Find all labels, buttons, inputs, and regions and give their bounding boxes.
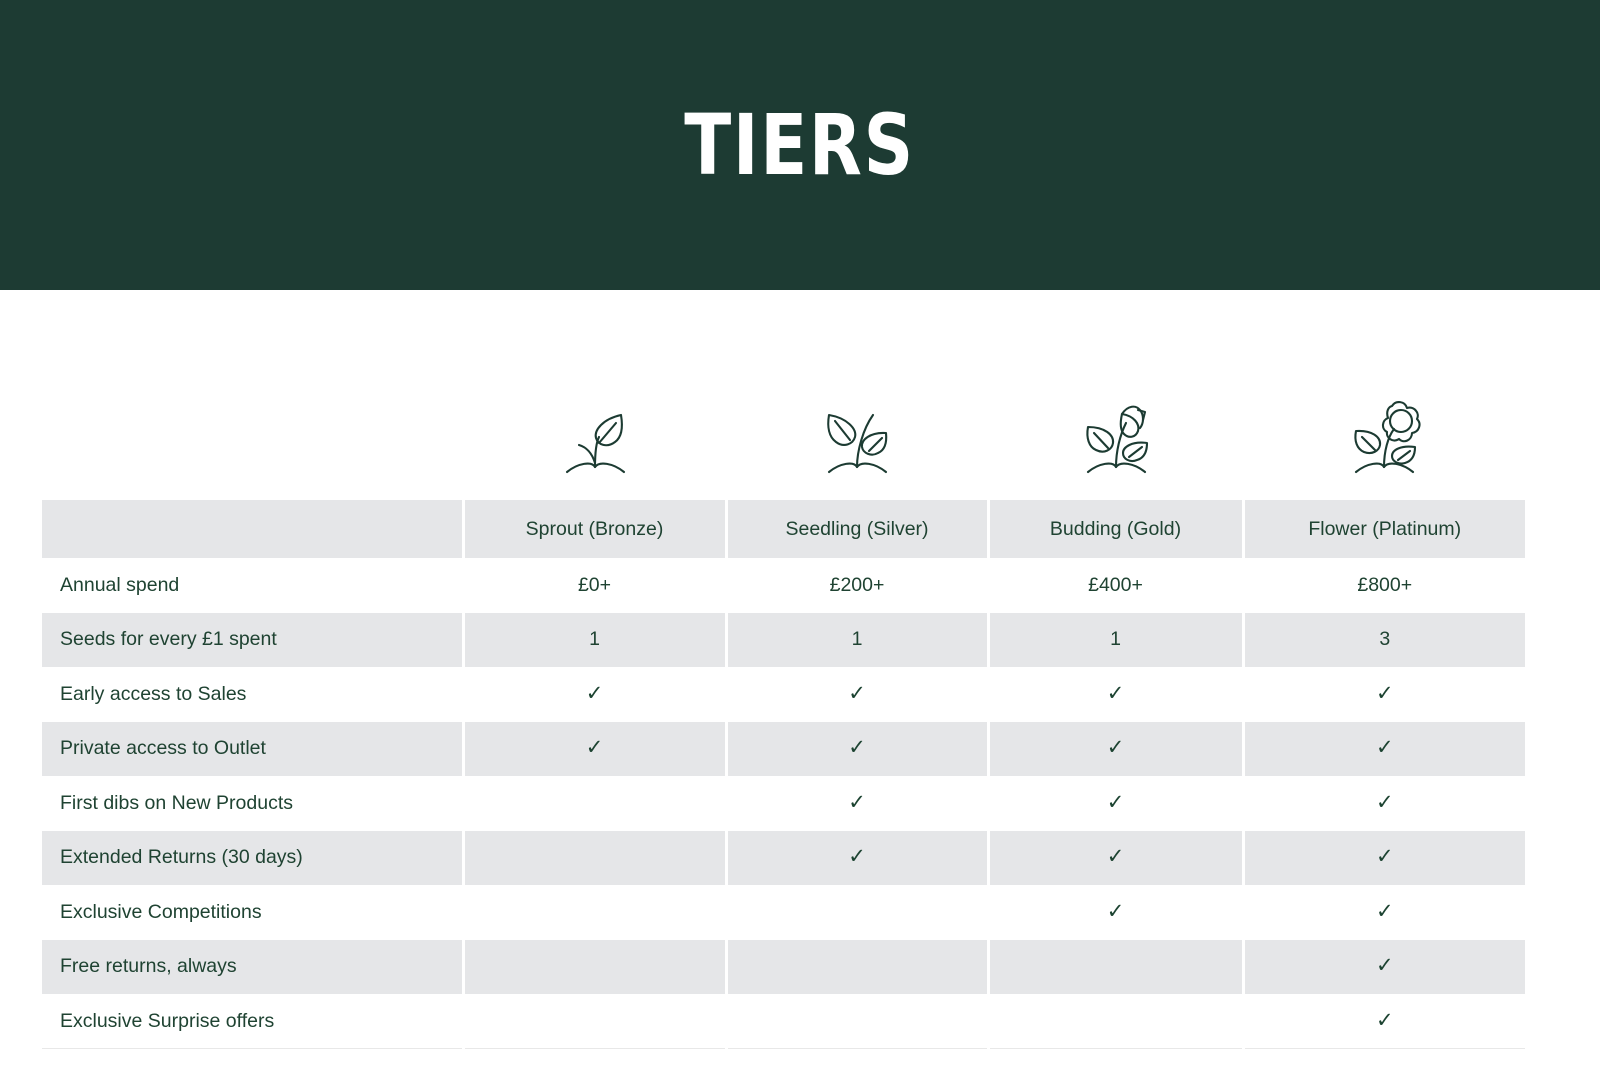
cell-sprout: 1 xyxy=(461,612,726,667)
cell-budding: £400+ xyxy=(986,558,1243,613)
row-label: First dibs on New Products xyxy=(42,776,463,831)
cell-sprout xyxy=(461,776,726,831)
check-icon: ✓ xyxy=(1106,736,1125,760)
sprout-single-leaf-icon xyxy=(553,393,637,477)
check-icon: ✓ xyxy=(1106,790,1125,814)
check-icon: ✓ xyxy=(1375,790,1394,814)
row-label: Exclusive Surprise offers xyxy=(42,994,463,1049)
cell-flower: ✓ xyxy=(1241,885,1525,940)
seedling-two-leaves-icon xyxy=(815,393,899,477)
check-icon: ✓ xyxy=(848,736,866,760)
tier-header-row: Sprout (Bronze) Seedling (Silver) Buddin… xyxy=(42,500,1525,558)
table-row: Extended Returns (30 days) ✓ ✓ ✓ xyxy=(42,830,1525,885)
cell-budding: ✓ xyxy=(986,721,1243,776)
cell-seedling: 1 xyxy=(724,612,988,667)
check-icon: ✓ xyxy=(848,681,866,705)
cell-seedling: ✓ xyxy=(724,667,988,722)
cell-flower: ✓ xyxy=(1241,776,1525,831)
table-row: Early access to Sales ✓ ✓ ✓ ✓ xyxy=(42,667,1525,722)
row-label: Free returns, always xyxy=(42,939,463,994)
cell-budding: ✓ xyxy=(986,667,1243,722)
cell-sprout xyxy=(461,994,726,1049)
cell-budding: ✓ xyxy=(986,830,1243,885)
check-icon: ✓ xyxy=(1375,1008,1394,1032)
check-icon: ✓ xyxy=(848,790,866,814)
check-icon: ✓ xyxy=(1375,736,1394,760)
icon-row-spacer xyxy=(42,290,463,500)
budding-rose-icon xyxy=(1074,393,1158,477)
check-icon: ✓ xyxy=(585,736,604,760)
check-icon: ✓ xyxy=(1375,954,1394,978)
check-icon: ✓ xyxy=(585,681,604,705)
cell-budding: 1 xyxy=(986,612,1243,667)
cell-seedling xyxy=(724,885,988,940)
cell-seedling: ✓ xyxy=(724,776,988,831)
cell-sprout xyxy=(461,939,726,994)
tiers-table-container: Sprout (Bronze) Seedling (Silver) Buddin… xyxy=(0,290,1600,1049)
tier-icon-row xyxy=(42,290,1525,500)
table-row: Private access to Outlet ✓ ✓ ✓ ✓ xyxy=(42,721,1525,776)
cell-flower: £800+ xyxy=(1241,558,1525,613)
cell-flower: ✓ xyxy=(1241,939,1525,994)
cell-budding xyxy=(986,994,1243,1049)
check-icon: ✓ xyxy=(1106,845,1125,869)
cell-sprout: ✓ xyxy=(461,721,726,776)
tier-icon-cell-sprout xyxy=(463,290,726,500)
table-row: Exclusive Competitions ✓ ✓ xyxy=(42,885,1525,940)
cell-budding xyxy=(986,939,1243,994)
cell-sprout: ✓ xyxy=(461,667,726,722)
row-label: Annual spend xyxy=(42,558,463,613)
table-row: Seeds for every £1 spent 1 1 1 3 xyxy=(42,612,1525,667)
cell-flower: 3 xyxy=(1241,612,1525,667)
flower-bloom-icon xyxy=(1342,393,1426,477)
cell-flower: ✓ xyxy=(1241,994,1525,1049)
row-label: Private access to Outlet xyxy=(42,721,463,776)
row-label: Seeds for every £1 spent xyxy=(42,612,463,667)
header-corner-cell xyxy=(42,500,463,558)
tier-icon-cell-flower xyxy=(1243,290,1525,500)
row-label: Extended Returns (30 days) xyxy=(42,830,463,885)
check-icon: ✓ xyxy=(1106,681,1125,705)
cell-budding: ✓ xyxy=(986,776,1243,831)
cell-budding: ✓ xyxy=(986,885,1243,940)
column-header-budding[interactable]: Budding (Gold) xyxy=(986,500,1243,558)
check-icon: ✓ xyxy=(1375,845,1394,869)
check-icon: ✓ xyxy=(1106,899,1125,923)
cell-sprout: £0+ xyxy=(461,558,726,613)
cell-seedling: ✓ xyxy=(724,830,988,885)
column-header-seedling[interactable]: Seedling (Silver) xyxy=(724,500,988,558)
cell-sprout xyxy=(461,830,726,885)
check-icon: ✓ xyxy=(848,845,866,869)
table-head: Sprout (Bronze) Seedling (Silver) Buddin… xyxy=(42,290,1525,558)
table-row: Annual spend £0+ £200+ £400+ £800+ xyxy=(42,558,1525,613)
cell-seedling: ✓ xyxy=(724,721,988,776)
column-header-sprout[interactable]: Sprout (Bronze) xyxy=(461,500,726,558)
cell-flower: ✓ xyxy=(1241,721,1525,776)
tier-icon-cell-budding xyxy=(988,290,1243,500)
cell-sprout xyxy=(461,885,726,940)
column-header-flower[interactable]: Flower (Platinum) xyxy=(1241,500,1525,558)
page-title: TIERS xyxy=(684,96,916,194)
row-label: Exclusive Competitions xyxy=(42,885,463,940)
cell-flower: ✓ xyxy=(1241,830,1525,885)
check-icon: ✓ xyxy=(1375,681,1394,705)
table-row: Free returns, always ✓ xyxy=(42,939,1525,994)
tier-icon-cell-seedling xyxy=(726,290,988,500)
cell-seedling: £200+ xyxy=(724,558,988,613)
table-row: First dibs on New Products ✓ ✓ ✓ xyxy=(42,776,1525,831)
cell-seedling xyxy=(724,939,988,994)
row-label: Early access to Sales xyxy=(42,667,463,722)
check-icon: ✓ xyxy=(1375,899,1394,923)
table-row: Exclusive Surprise offers ✓ xyxy=(42,994,1525,1049)
hero-banner: TIERS xyxy=(0,0,1600,290)
cell-flower: ✓ xyxy=(1241,667,1525,722)
table-body: Annual spend £0+ £200+ £400+ £800+ Seeds… xyxy=(42,558,1525,1049)
cell-seedling xyxy=(724,994,988,1049)
tiers-comparison-table: Sprout (Bronze) Seedling (Silver) Buddin… xyxy=(42,290,1525,1049)
